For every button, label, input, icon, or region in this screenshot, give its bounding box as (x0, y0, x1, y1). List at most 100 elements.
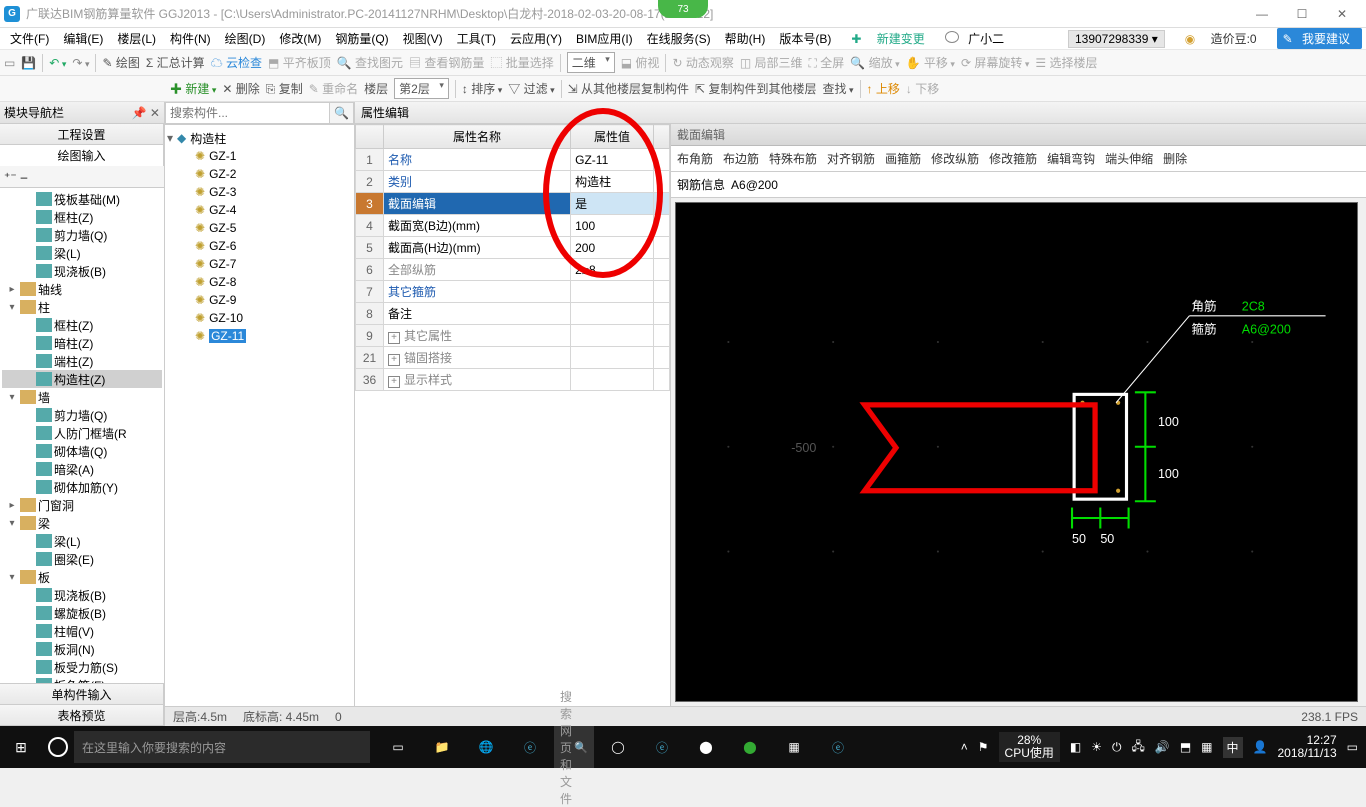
tb-app5[interactable]: ⬤ (686, 726, 726, 768)
nav-node[interactable]: 框柱(Z) (2, 208, 162, 226)
comp-item[interactable]: ✺GZ-3 (167, 183, 352, 201)
menu-rebar[interactable]: 钢筋量(Q) (329, 30, 394, 47)
taskbar-search[interactable]: 在这里输入你要搜索的内容 (74, 731, 370, 763)
tb-draw[interactable]: ✎ 绘图 (102, 54, 139, 71)
tb-edge-icon[interactable]: ⓔ (818, 726, 858, 768)
close-button[interactable]: ✕ (1322, 0, 1362, 28)
menu-floor[interactable]: 楼层(L) (111, 30, 162, 47)
comp-item[interactable]: ✺GZ-8 (167, 273, 352, 291)
nav-mini-2[interactable]: – (21, 170, 28, 184)
nav-node[interactable]: ▸门窗洞 (2, 496, 162, 514)
nav-node[interactable]: ▾墙 (2, 388, 162, 406)
nav-node[interactable]: 砌体墙(Q) (2, 442, 162, 460)
nav-node[interactable]: 暗梁(A) (2, 460, 162, 478)
nav-mini-1[interactable]: ⁺⁻ (4, 170, 17, 184)
prop-row[interactable]: 1名称GZ-11 (356, 149, 670, 171)
menu-bim[interactable]: BIM应用(I) (570, 30, 639, 47)
nav-node[interactable]: ▸轴线 (2, 280, 162, 298)
menu-modify[interactable]: 修改(M) (273, 30, 327, 47)
comp-item[interactable]: ✺GZ-10 (167, 309, 352, 327)
tb-batch-select[interactable]: ⬚ 批量选择 (490, 54, 553, 71)
prop-row[interactable]: 36+显示样式 (356, 369, 670, 391)
maximize-button[interactable]: ☐ (1282, 0, 1322, 28)
menu-user[interactable]: 广小二 (939, 30, 1016, 47)
nav-node[interactable]: 螺旋板(B) (2, 604, 162, 622)
tray-2[interactable]: ☀ (1091, 740, 1102, 754)
tb2-sort[interactable]: ↕ 排序 (462, 80, 502, 97)
nav-tree[interactable]: 筏板基础(M)框柱(Z)剪力墙(Q)梁(L)现浇板(B)▸轴线▾柱框柱(Z)暗柱… (0, 188, 164, 684)
tb-orbit[interactable]: ↻ 动态观察 (672, 54, 733, 71)
st-align[interactable]: 对齐钢筋 (827, 150, 875, 167)
nav-node[interactable]: 砌体加筋(Y) (2, 478, 162, 496)
comp-root[interactable]: ▾◆构造柱 (167, 129, 352, 147)
task-view-icon[interactable]: ▭ (378, 726, 418, 768)
tb-pan[interactable]: ✋ 平移 (906, 54, 955, 71)
nav-node[interactable]: ▾板 (2, 568, 162, 586)
tray-5[interactable]: ▦ (1201, 740, 1212, 754)
menu-online[interactable]: 在线服务(S) (641, 30, 717, 47)
nav-node[interactable]: 板洞(N) (2, 640, 162, 658)
nav-node[interactable]: 暗柱(Z) (2, 334, 162, 352)
tray-net-icon[interactable]: 🖧 (1131, 737, 1144, 758)
nav-tab-settings[interactable]: 工程设置 (0, 123, 164, 145)
nav-node[interactable]: 现浇板(B) (2, 586, 162, 604)
nav-node[interactable]: 柱帽(V) (2, 622, 162, 640)
menu-file[interactable]: 文件(F) (4, 30, 55, 47)
nav-tab-table[interactable]: 表格预览 (0, 704, 164, 726)
tb2-down[interactable]: ↓ 下移 (906, 80, 939, 97)
tb-app1[interactable]: 📁 (422, 726, 462, 768)
st-mod-long[interactable]: 修改纵筋 (931, 150, 979, 167)
nav-node[interactable]: 现浇板(B) (2, 262, 162, 280)
tb2-up[interactable]: ↑ 上移 (867, 80, 900, 97)
prop-row[interactable]: 3截面编辑是 (356, 193, 670, 215)
tb2-new[interactable]: ✚ 新建 (170, 80, 216, 97)
tb-find-elem[interactable]: 🔍 查找图元 (337, 54, 403, 71)
tb2-delete[interactable]: ✕ 删除 (222, 80, 259, 97)
component-tree[interactable]: ▾◆构造柱✺GZ-1✺GZ-2✺GZ-3✺GZ-4✺GZ-5✺GZ-6✺GZ-7… (165, 125, 354, 726)
canvas[interactable]: -500 100 (675, 202, 1358, 702)
st-delete[interactable]: 删除 (1163, 150, 1187, 167)
tb-align-top[interactable]: ⬒ 平齐板顶 (268, 54, 331, 71)
tray-6[interactable]: 👤 (1253, 740, 1268, 754)
rebar-info-combo[interactable]: A6@200 (731, 178, 851, 192)
menu-tools[interactable]: 工具(T) (451, 30, 502, 47)
nav-node[interactable]: 板受力筋(S) (2, 658, 162, 676)
comp-item[interactable]: ✺GZ-1 (167, 147, 352, 165)
tb-sum[interactable]: Σ 汇总计算 (146, 54, 205, 71)
nav-node[interactable]: 剪力墙(Q) (2, 226, 162, 244)
comp-item[interactable]: ✺GZ-9 (167, 291, 352, 309)
tray-ime[interactable]: 中 (1223, 737, 1243, 758)
prop-row[interactable]: 8备注 (356, 303, 670, 325)
prop-row[interactable]: 21+锚固搭接 (356, 347, 670, 369)
pin-icon[interactable]: 📌 ✕ (132, 106, 160, 120)
nav-node[interactable]: 端柱(Z) (2, 352, 162, 370)
tb-fullscreen[interactable]: ⛶ 全屏 (809, 54, 845, 71)
tray-1[interactable]: ◧ (1070, 740, 1081, 754)
st-corner[interactable]: 布角筋 (677, 150, 713, 167)
tb-app7[interactable]: ▦ (774, 726, 814, 768)
nav-node[interactable]: 框柱(Z) (2, 316, 162, 334)
st-stirrup[interactable]: 画箍筋 (885, 150, 921, 167)
nav-node[interactable]: 圈梁(E) (2, 550, 162, 568)
tb-cloud-check[interactable]: ☁ 云检查 (211, 54, 262, 71)
nav-tab-draw[interactable]: 绘图输入 (0, 144, 164, 166)
tray-4[interactable]: ⬒ (1180, 740, 1191, 754)
menu-new-change[interactable]: ✚ 新建变更 (839, 30, 936, 47)
clock[interactable]: 12:272018/11/13 (1277, 734, 1336, 760)
tb-open-icon[interactable]: ▭ (4, 56, 15, 70)
tb2-rename[interactable]: ✎ 重命名 (309, 80, 358, 97)
tb2-find[interactable]: 查找 (822, 80, 853, 97)
menu-draw[interactable]: 绘图(D) (219, 30, 272, 47)
menu-cloud[interactable]: 云应用(Y) (504, 30, 568, 47)
tb2-floor-combo[interactable]: 第2层 (394, 78, 449, 99)
st-mod-stir[interactable]: 修改箍筋 (989, 150, 1037, 167)
tb2-copy-from[interactable]: ⇲ 从其他楼层复制构件 (568, 80, 689, 97)
tb-app2[interactable]: 🌐 (466, 726, 506, 768)
tb-local3d[interactable]: ◫ 局部三维 (740, 54, 803, 71)
nav-node[interactable]: ▾柱 (2, 298, 162, 316)
prop-row[interactable]: 4截面宽(B边)(mm)100 (356, 215, 670, 237)
tb-app4[interactable]: ⓔ (642, 726, 682, 768)
comp-item[interactable]: ✺GZ-5 (167, 219, 352, 237)
prop-row[interactable]: 2类别构造柱 (356, 171, 670, 193)
tb-browser-search[interactable]: 搜索网页和文件 🔍 (554, 726, 594, 768)
